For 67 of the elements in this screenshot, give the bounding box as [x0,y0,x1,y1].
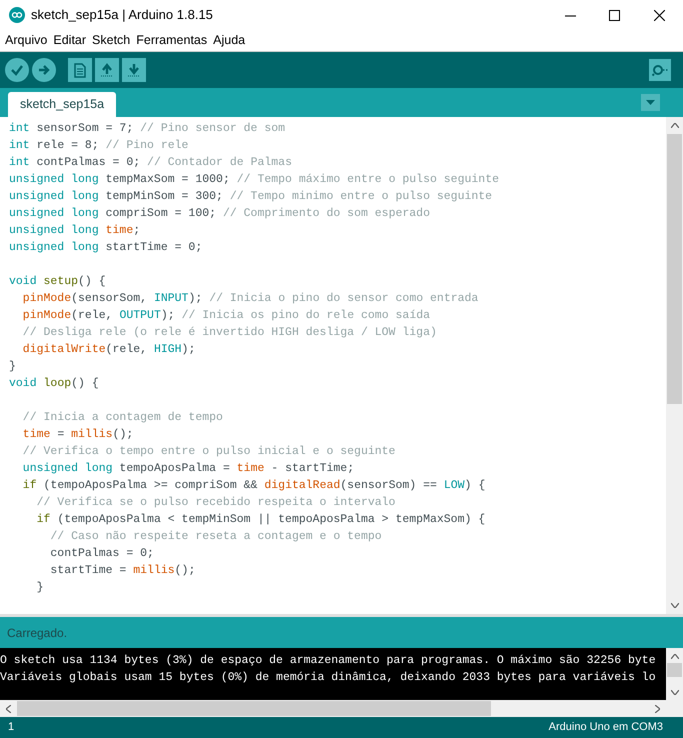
code-line: unsigned long startTime = 0; [9,240,202,256]
code-line: void loop() { [9,376,99,392]
menu-item[interactable]: Sketch [92,31,130,50]
code-line: int rele = 8; // Pino rele [9,138,188,154]
scroll-right-icon[interactable] [655,704,660,712]
code-line: startTime = millis(); [49,563,196,579]
code-line: // Caso não respeite reseta a contagem e o tempo [49,529,382,545]
code-line: } [36,580,44,596]
code-line: digitalWrite(rele, HIGH); [22,342,196,358]
code-line: if (tempoAposPalma >= compriSom && digitalRead(sensorSom) == LOW) { [22,478,486,494]
vertical-scrollbar[interactable] [666,117,683,614]
window-title: sketch_sep15a | Arduino 1.8.15 [31,6,213,24]
code-line: void setup() { [9,274,106,290]
tab-menu-button[interactable] [641,94,660,111]
scroll-down-icon[interactable] [670,603,678,608]
console-line: O sketch usa 1134 bytes (3%) de espaço de armazenamento para programas. O máximo são 32256 byte [0,653,656,669]
open-button[interactable] [95,58,119,82]
scrollbar-thumb[interactable] [667,663,682,677]
horizontal-scrollbar[interactable] [0,700,683,717]
code-line: unsigned long tempoAposPalma = time - startTime; [22,461,354,477]
menu-item[interactable]: Editar [53,31,86,50]
console-scrollbar[interactable] [666,648,683,700]
upload-button[interactable] [32,58,56,82]
caret-icon [646,100,655,105]
code-line: if (tempoAposPalma < tempMinSom || tempoAposPalma > tempMaxSom) { [36,512,486,528]
board-port-label: Arduino Uno em COM3 [548,720,663,736]
editor-tab[interactable]: sketch_sep15a [8,92,116,117]
scroll-up-icon[interactable] [670,654,678,659]
scroll-up-icon[interactable] [670,123,678,128]
scrollbar-thumb[interactable] [17,701,491,716]
menu-item[interactable]: Arquivo [5,31,48,50]
code-line: unsigned long tempMaxSom = 1000; // Tempo máximo entre o pulso seguinte [9,172,499,188]
arrow-down-icon [127,63,141,77]
scroll-left-icon[interactable] [6,704,11,712]
status-message: Carregado. [7,624,68,642]
code-line: unsigned long time; [9,223,140,239]
console-line: Variáveis globais usam 15 bytes (0%) de memória dinâmica, deixando 2033 bytes para variáveis lo [0,670,656,686]
magnifier-icon [652,63,668,77]
code-line: // Inicia a contagem de tempo [22,410,223,426]
code-line: contPalmas = 0; [49,546,154,562]
save-button[interactable] [122,58,146,82]
code-line: int sensorSom = 7; // Pino sensor de som [9,121,286,137]
app-logo-icon [9,7,25,23]
new-button[interactable] [68,58,92,82]
code-line: // Verifica o tempo entre o pulso inicial e o seguinte [22,444,396,460]
code-line: // Desliga rele (o rele é invertido HIGH desliga / LOW liga) [22,325,437,341]
code-line: } [9,359,16,375]
scroll-down-icon[interactable] [670,690,678,695]
code-line: int contPalmas = 0; // Contador de Palmas [9,155,292,171]
code-line: pinMode(rele, OUTPUT); // Inicia os pino do rele como saída [22,308,430,324]
close-icon[interactable] [654,10,665,20]
menu-item[interactable]: Ferramentas [136,31,208,50]
code-line: unsigned long compriSom = 100; // Comprimento do som esperado [9,206,430,222]
line-number: 1 [8,720,14,736]
code-line: pinMode(sensorSom, INPUT); // Inicia o pino do sensor como entrada [22,291,478,307]
code-line: // Verifica se o pulso recebido respeita o intervalo [36,495,396,511]
menu-item[interactable]: Ajuda [213,31,246,50]
code-line: unsigned long tempMinSom = 300; // Tempo minimo entre o pulso seguinte [9,189,492,205]
verify-button[interactable] [5,58,29,82]
arrow-right-icon [37,63,51,77]
serial-monitor-button[interactable] [649,59,671,81]
scrollbar-thumb[interactable] [667,134,682,404]
checkmark-icon [10,63,24,77]
code-line: time = millis(); [22,427,134,443]
arrow-up-icon [100,63,114,77]
maximize-icon[interactable] [609,10,620,20]
document-icon [74,62,86,78]
